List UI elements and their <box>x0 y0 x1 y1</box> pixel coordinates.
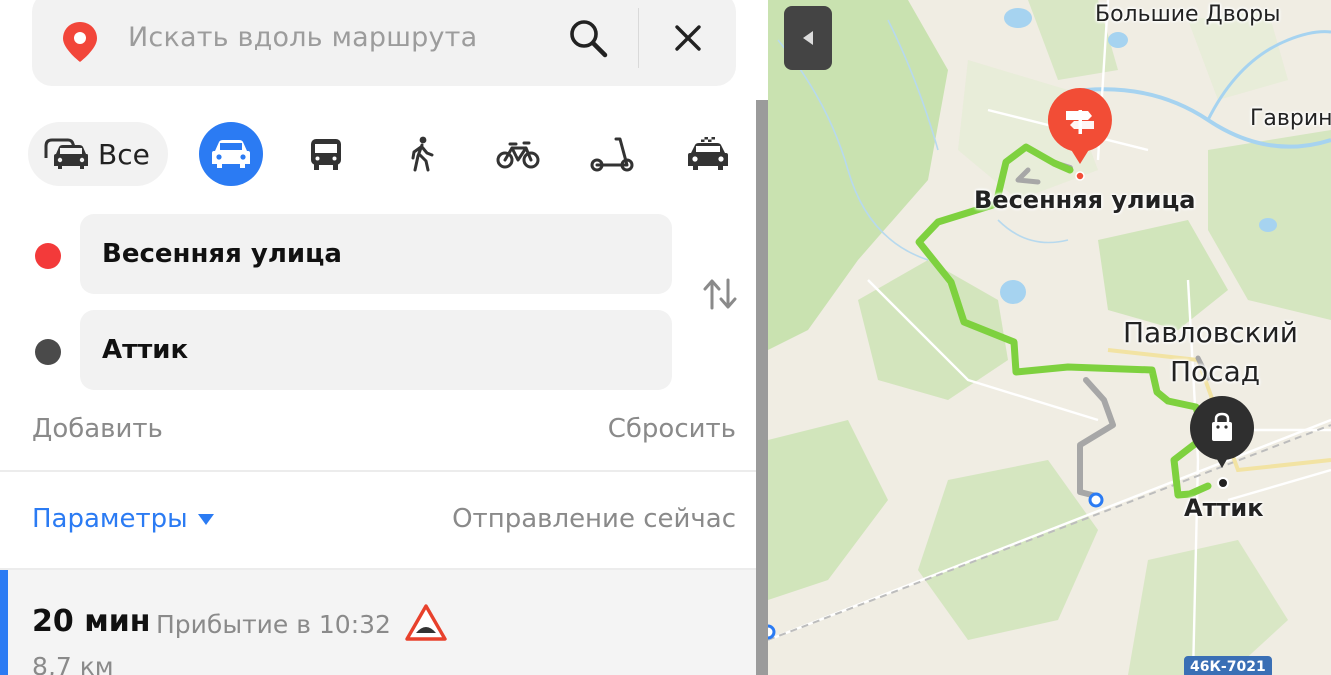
params-dropdown[interactable]: Параметры <box>32 504 214 534</box>
station-marker <box>1088 492 1104 508</box>
route-arrival-time: Прибытие в 10:32 <box>156 610 391 639</box>
from-field[interactable]: Весенняя улица <box>80 214 672 294</box>
cars-icon <box>44 138 88 169</box>
map-pin-icon <box>63 22 97 62</box>
map-label-pavlovsky: Павловский <box>1123 316 1298 349</box>
map-label-posad: Посад <box>1170 355 1261 388</box>
scooter-icon <box>590 137 634 172</box>
chevron-left-icon <box>803 31 813 45</box>
map-label-attik: Аттик <box>1184 494 1264 522</box>
mode-all-label: Все <box>98 137 150 171</box>
car-icon <box>212 140 250 168</box>
mode-all-button[interactable]: Все <box>28 122 168 186</box>
destination-dot <box>1217 477 1229 489</box>
mode-bike-button[interactable] <box>486 122 550 186</box>
close-icon[interactable] <box>668 18 708 58</box>
departure-time-link[interactable]: Отправление сейчас <box>452 504 736 534</box>
map-label-vesennyaya: Весенняя улица <box>974 186 1196 214</box>
to-field[interactable]: Аттик <box>80 310 672 390</box>
collapse-panel-button[interactable] <box>784 6 832 70</box>
route-duration: 20 мин <box>32 604 151 639</box>
bus-icon <box>311 139 341 170</box>
divider <box>0 470 756 472</box>
map-label-bolshie-dvory: Большие Дворы <box>1095 2 1281 27</box>
mode-bus-button[interactable] <box>294 122 358 186</box>
reset-link[interactable]: Сбросить <box>608 414 736 444</box>
map[interactable]: Большие Дворы Гаврин Весенняя улица Павл… <box>768 0 1331 675</box>
route-option-card[interactable]: 20 мин Прибытие в 10:32 8,7 км <box>0 570 756 675</box>
route-distance: 8,7 км <box>32 652 114 675</box>
map-label-gavrino: Гаврин <box>1250 106 1331 131</box>
alt-route <box>1077 377 1116 499</box>
params-label: Параметры <box>32 504 188 534</box>
road-number-shield: 46К-7021 <box>1184 656 1272 675</box>
mode-car-button[interactable] <box>199 122 263 186</box>
swap-icon[interactable] <box>700 274 740 314</box>
mode-scooter-button[interactable] <box>580 122 644 186</box>
station-marker <box>768 624 776 640</box>
to-point-marker <box>35 339 61 365</box>
bike-icon <box>496 141 540 169</box>
selected-indicator <box>0 570 8 675</box>
mode-walk-button[interactable] <box>390 122 454 186</box>
search-divider <box>638 8 639 68</box>
mode-taxi-button[interactable] <box>676 122 740 186</box>
search-icon[interactable] <box>566 16 610 60</box>
walk-icon <box>411 136 434 172</box>
speed-bump-warning-icon <box>405 604 447 641</box>
scrollbar-thumb[interactable] <box>756 100 768 675</box>
from-point-marker <box>35 243 61 269</box>
route-panel: Искать вдоль маршрута Все Весенняя улица… <box>0 0 768 675</box>
search-input[interactable]: Искать вдоль маршрута <box>128 22 477 53</box>
add-point-link[interactable]: Добавить <box>32 414 163 444</box>
caret-down-icon <box>197 513 214 525</box>
taxi-icon <box>688 137 728 170</box>
origin-dot <box>1075 171 1085 181</box>
